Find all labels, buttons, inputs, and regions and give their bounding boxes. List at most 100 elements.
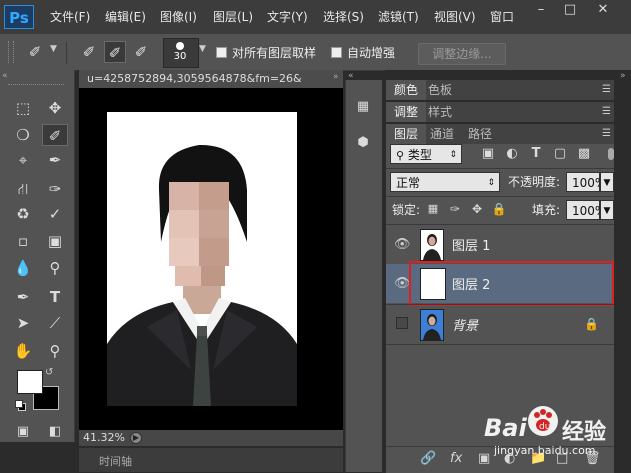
default-colors-icon[interactable]: [15, 400, 26, 411]
clone-stamp-tool-icon[interactable]: ♻: [10, 203, 36, 225]
close-icon[interactable]: ✕: [590, 0, 616, 20]
lock-label: 锁定:: [392, 203, 421, 217]
marquee-tool-icon[interactable]: ⬚: [10, 97, 36, 119]
brush-tool-icon[interactable]: ✑: [42, 178, 68, 200]
opacity-input[interactable]: 100%: [566, 172, 606, 192]
lock-transparent-icon[interactable]: ▦: [424, 198, 442, 220]
quick-mask-icon[interactable]: ▣: [10, 421, 36, 443]
quick-selection-tool-active-icon[interactable]: ✐: [42, 124, 68, 146]
path-selection-tool-icon[interactable]: ➤: [10, 312, 36, 334]
options-grip[interactable]: [8, 41, 14, 63]
eyedropper-tool-icon[interactable]: ✒: [42, 149, 68, 171]
tab-channels[interactable]: 通道: [422, 124, 462, 144]
auto-enhance-checkbox[interactable]: [331, 47, 342, 58]
color-panel-menu-icon[interactable]: ☰: [602, 80, 611, 100]
hand-tool-icon[interactable]: ✋: [10, 340, 36, 362]
layers-panel-menu-icon[interactable]: ☰: [602, 124, 611, 144]
adjustments-panel-menu-icon[interactable]: ☰: [602, 102, 611, 122]
lock-position-icon[interactable]: ✥: [468, 198, 486, 220]
add-to-selection-icon[interactable]: ✐: [104, 41, 126, 63]
svg-text:du: du: [539, 422, 550, 432]
lock-icon: 🔒: [584, 317, 599, 331]
opacity-dropdown-icon[interactable]: ▼: [600, 172, 614, 192]
gradient-tool-icon[interactable]: ▣: [42, 230, 68, 252]
restore-icon[interactable]: □: [557, 0, 583, 20]
filter-type-icon[interactable]: T: [526, 143, 546, 165]
menu-view[interactable]: 视图(V): [434, 0, 476, 34]
tab-swatches[interactable]: 色板: [420, 80, 460, 100]
filter-smart-object-icon[interactable]: ▩: [574, 143, 594, 165]
toolbox-collapse-icon[interactable]: «: [2, 71, 8, 81]
document-tab[interactable]: u=4258752894,3059564878&fm=26&: [79, 70, 343, 88]
line-tool-icon[interactable]: ⟋: [42, 312, 68, 334]
blur-tool-icon[interactable]: 💧: [10, 257, 36, 279]
pen-tool-icon[interactable]: ✒: [10, 286, 36, 308]
filter-adjustment-icon[interactable]: ◐: [502, 143, 522, 165]
sample-all-layers-label: 对所有图层取样: [232, 46, 317, 60]
filter-shape-icon[interactable]: ▢: [550, 143, 570, 165]
timeline-tab[interactable]: 时间轴: [99, 453, 132, 469]
zoom-level[interactable]: 41.32%: [83, 431, 125, 444]
healing-brush-tool-icon[interactable]: ⛙: [10, 178, 36, 200]
new-selection-icon[interactable]: ✐: [78, 41, 100, 63]
visibility-off-box[interactable]: [396, 317, 408, 329]
tab-layers[interactable]: 图层: [386, 124, 427, 144]
brush-tip-icon: [176, 42, 184, 50]
swap-colors-icon[interactable]: ↺: [45, 367, 53, 378]
blend-mode-value: 正常: [396, 176, 421, 190]
eraser-tool-icon[interactable]: ▫: [10, 230, 36, 252]
layer-name[interactable]: 背景: [452, 318, 478, 336]
lasso-tool-icon[interactable]: ❍: [10, 124, 36, 146]
toolbox-grip[interactable]: [8, 84, 64, 88]
fill-input[interactable]: 100%: [566, 200, 606, 220]
fx-icon[interactable]: fx: [450, 446, 462, 472]
menu-edit[interactable]: 编辑(E): [105, 0, 146, 34]
menu-select[interactable]: 选择(S): [323, 0, 364, 34]
zoom-tool-icon[interactable]: ⚲: [42, 340, 68, 362]
minimize-icon[interactable]: –: [528, 0, 554, 20]
screen-mode-icon[interactable]: ◧: [42, 421, 68, 443]
menu-window[interactable]: 窗口: [490, 0, 514, 34]
portrait-image: [107, 112, 297, 406]
menu-image[interactable]: 图像(I): [160, 0, 197, 34]
move-tool-icon[interactable]: ✥: [42, 97, 68, 119]
history-brush-tool-icon[interactable]: ✓: [42, 203, 68, 225]
sample-all-layers-checkbox[interactable]: [216, 47, 227, 58]
history-panel-icon[interactable]: ▦: [350, 96, 376, 118]
dodge-tool-icon[interactable]: ⚲: [42, 257, 68, 279]
foreground-color-swatch[interactable]: [17, 370, 43, 394]
menu-type[interactable]: 文字(Y): [267, 0, 308, 34]
filter-pixel-icon[interactable]: ▣: [478, 143, 498, 165]
menu-filter[interactable]: 滤镜(T): [378, 0, 419, 34]
brush-dropdown-icon[interactable]: ▼: [199, 44, 206, 54]
tool-preset-dropdown-icon[interactable]: ▼: [50, 44, 57, 54]
layer-thumbnail: [420, 229, 444, 261]
app-logo: Ps: [4, 5, 34, 29]
fill-dropdown-icon[interactable]: ▼: [600, 200, 614, 220]
layer-name[interactable]: 图层 1: [452, 238, 490, 256]
panel-collapse-icon[interactable]: »: [333, 72, 339, 82]
blend-mode-dropdown[interactable]: 正常 ⇕: [390, 172, 500, 192]
document-info-icon[interactable]: ▶: [130, 432, 142, 444]
search-icon: ⚲: [396, 149, 405, 162]
watermark-brand-suffix: 经验: [562, 420, 607, 445]
type-tool-icon[interactable]: T: [42, 286, 68, 308]
crop-tool-icon[interactable]: ⌖: [10, 149, 36, 171]
layer-filter-dropdown[interactable]: ⚲ 类型 ⇕: [390, 144, 462, 164]
quick-selection-tool-icon[interactable]: ✐: [24, 41, 46, 63]
link-layers-icon[interactable]: 🔗: [420, 446, 436, 472]
eye-icon[interactable]: 👁: [394, 237, 411, 253]
lock-all-icon[interactable]: 🔒: [490, 198, 508, 220]
filter-toggle-icon[interactable]: [608, 148, 614, 160]
tab-paths[interactable]: 路径: [460, 124, 500, 144]
lock-pixels-icon[interactable]: ✑: [446, 198, 464, 220]
menu-file[interactable]: 文件(F): [50, 0, 90, 34]
panels-collapse-icon[interactable]: »: [620, 71, 626, 81]
refine-edge-button[interactable]: 调整边缘...: [418, 43, 506, 65]
menu-layer[interactable]: 图层(L): [213, 0, 253, 34]
dock-collapse-icon[interactable]: «: [348, 71, 354, 81]
3d-panel-icon[interactable]: ⬢: [350, 132, 376, 154]
tab-styles[interactable]: 样式: [420, 102, 460, 122]
subtract-from-selection-icon[interactable]: ✐: [130, 41, 152, 63]
eye-icon[interactable]: 👁: [394, 276, 411, 292]
